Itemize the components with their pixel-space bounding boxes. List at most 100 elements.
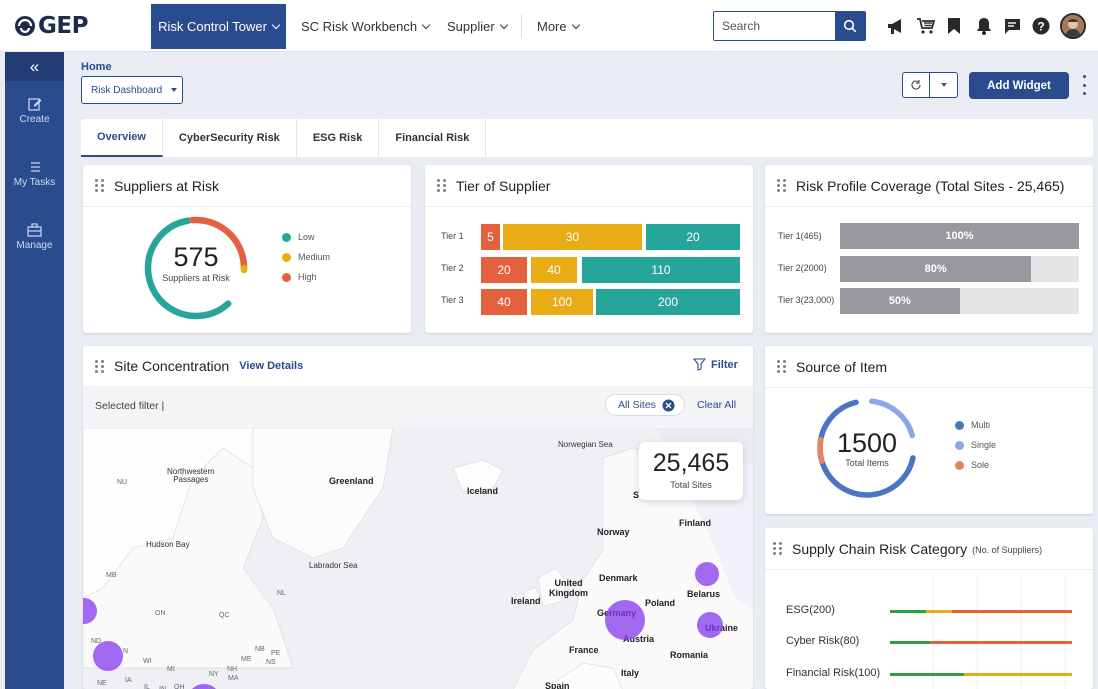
tier-bar-segment[interactable]: 200: [596, 289, 740, 315]
nav-risk-control-tower[interactable]: Risk Control Tower: [151, 4, 286, 49]
map-label: Italy: [621, 668, 640, 678]
search-button[interactable]: [835, 12, 865, 40]
view-details-link[interactable]: View Details: [239, 360, 303, 372]
drag-handle-icon[interactable]: [95, 359, 104, 373]
tier-of-supplier-card: Tier of Supplier Tier 1 Tier 2 Tier 3 5 …: [425, 165, 753, 333]
sidebar-item-my-tasks[interactable]: My Tasks: [5, 160, 64, 188]
caret-down-icon: [940, 83, 947, 87]
gep-logo[interactable]: GEP: [14, 11, 88, 41]
nav-label: SC Risk Workbench: [301, 19, 418, 34]
chevron-down-icon: [499, 20, 508, 29]
total-sites-caption: Total Sites: [670, 480, 712, 490]
tab-esg-risk[interactable]: ESG Risk: [297, 119, 380, 157]
drag-handle-icon[interactable]: [777, 179, 786, 192]
chevron-down-icon: [421, 20, 431, 29]
legend-dot: [955, 460, 964, 470]
legend-dot: [955, 440, 964, 450]
nav-more[interactable]: More: [537, 4, 580, 49]
edit-icon: [27, 98, 41, 111]
megaphone-icon[interactable]: [884, 14, 908, 38]
main-content: Home Risk Dashboard Add Widget Overview …: [64, 52, 1098, 689]
card-header: Tier of Supplier: [425, 165, 753, 207]
refresh-control: [902, 72, 958, 98]
site-bubble[interactable]: [93, 641, 123, 671]
chat-icon[interactable]: [1000, 14, 1024, 38]
map-label: MA: [228, 675, 239, 682]
map-label: ME: [241, 656, 252, 663]
coverage-bar-fill[interactable]: 100%: [840, 223, 1079, 249]
tab-financial-risk[interactable]: Financial Risk: [379, 119, 487, 157]
drag-handle-icon[interactable]: [777, 360, 786, 373]
map-label: Ireland: [511, 596, 541, 606]
drag-handle-icon[interactable]: [95, 179, 104, 192]
legend-label: Single: [971, 440, 997, 450]
sidebar-item-create[interactable]: Create: [5, 97, 64, 125]
legend-label: Low: [298, 232, 315, 242]
tier-bar-segment[interactable]: 40: [531, 257, 577, 283]
legend-high: High: [282, 272, 317, 282]
refresh-options-button[interactable]: [930, 73, 957, 97]
site-bubble[interactable]: [605, 600, 645, 640]
collapse-sidebar-button[interactable]: «: [5, 52, 64, 81]
bell-icon[interactable]: [972, 14, 996, 38]
coverage-bar-fill[interactable]: 50%: [840, 288, 960, 314]
dashboard-select[interactable]: Risk Dashboard: [81, 76, 183, 104]
cart-icon[interactable]: [914, 14, 938, 38]
drag-handle-icon[interactable]: [437, 179, 446, 192]
tier-bar-segment[interactable]: 30: [503, 224, 642, 250]
help-icon[interactable]: ?: [1029, 14, 1053, 38]
top-navigation-bar: GEP Risk Control Tower SC Risk Workbench…: [0, 0, 1098, 52]
map-label: Belarus: [687, 589, 721, 599]
nav-label: Risk Control Tower: [158, 19, 267, 34]
tier-bar-segment[interactable]: 110: [582, 257, 740, 283]
breadcrumb-home[interactable]: Home: [81, 61, 112, 73]
map-label: NH: [227, 666, 238, 673]
refresh-button[interactable]: [903, 73, 931, 97]
site-bubble[interactable]: [697, 612, 723, 638]
chevron-down-icon: [271, 20, 281, 29]
map-label: Labrador Sea: [309, 561, 358, 570]
nav-sc-risk-workbench[interactable]: SC Risk Workbench: [301, 4, 431, 49]
legend-single: Single: [955, 440, 996, 450]
clear-all-link[interactable]: Clear All: [697, 399, 736, 411]
gep-logo-text: GEP: [38, 13, 88, 39]
tab-overview[interactable]: Overview: [81, 119, 163, 157]
tier-bar-segment[interactable]: 20: [646, 224, 740, 250]
coverage-row-label: Tier 2(2000): [778, 263, 827, 273]
risk-category-bar[interactable]: [890, 610, 1072, 613]
tier-bar-segment[interactable]: 20: [481, 257, 527, 283]
add-widget-button[interactable]: Add Widget: [969, 72, 1069, 99]
tier-bar-segment[interactable]: 100: [531, 289, 593, 315]
close-circle-icon[interactable]: [662, 399, 675, 412]
sidebar-item-manage[interactable]: Manage: [5, 223, 64, 251]
map-label: Finland: [679, 518, 711, 528]
filter-chip-all-sites[interactable]: All Sites: [605, 394, 685, 416]
map-label: IL: [144, 684, 150, 689]
nav-supplier[interactable]: Supplier: [447, 4, 508, 49]
bar-segment-high: [930, 641, 1072, 644]
filter-button[interactable]: Filter: [693, 358, 738, 371]
tier-bar-segment[interactable]: 40: [481, 289, 527, 315]
search-input[interactable]: [722, 18, 834, 34]
user-avatar[interactable]: [1060, 13, 1086, 39]
legend-dot: [282, 272, 291, 282]
bookmark-icon[interactable]: [942, 14, 966, 38]
tab-cybersecurity-risk[interactable]: CyberSecurity Risk: [163, 119, 297, 157]
map-label: Norway: [597, 527, 630, 537]
more-options-icon[interactable]: [1083, 75, 1087, 95]
risk-category-bar[interactable]: [890, 673, 1072, 676]
coverage-bar-fill[interactable]: 80%: [840, 256, 1032, 282]
legend-dot: [955, 420, 964, 430]
map-label: Romania: [670, 650, 709, 660]
map-label: NU: [117, 479, 128, 486]
drag-handle-icon[interactable]: [773, 542, 782, 555]
total-sites-card: 25,465 Total Sites: [639, 442, 743, 500]
site-bubble[interactable]: [695, 562, 719, 586]
legend-label: Medium: [298, 252, 331, 262]
legend-low: Low: [282, 232, 315, 242]
map-label: France: [569, 645, 599, 655]
risk-category-bar[interactable]: [890, 641, 1072, 644]
nav-divider: [521, 14, 522, 38]
suppliers-total: 575: [173, 242, 219, 272]
tier-bar-segment[interactable]: 5: [481, 224, 500, 250]
